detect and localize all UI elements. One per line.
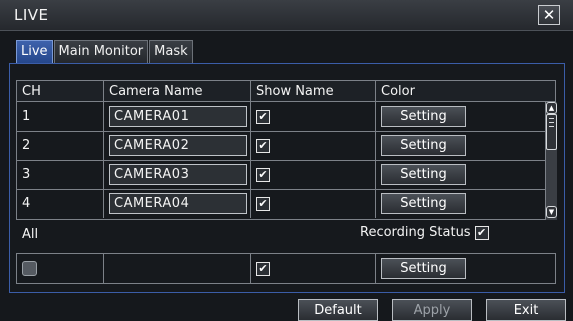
camera-table: CH Camera Name Show Name Color 1 CAMERA0… [16,80,557,220]
show-name-checkbox[interactable]: ✔ [256,196,270,211]
close-icon: ✕ [542,5,556,24]
header-color: Color [381,83,415,99]
camera-name-cell: CAMERA02 [104,131,251,160]
check-icon: ✔ [258,139,268,152]
header-show-name: Show Name [251,81,376,101]
table-row: 2 CAMERA02 ✔ Setting [17,131,555,161]
channel-number: 3 [17,160,104,189]
all-color-setting-button[interactable]: Setting [381,258,466,279]
close-button[interactable]: ✕ [538,5,560,25]
header-ch: CH [17,81,104,101]
show-name-checkbox[interactable]: ✔ [256,109,270,124]
show-name-checkbox[interactable]: ✔ [256,138,270,153]
all-show-name-checkbox[interactable]: ✔ [256,261,270,276]
check-icon: ✔ [258,168,268,181]
title-bar: LIVE ✕ [0,0,573,31]
camera-name-cell: CAMERA04 [104,189,251,218]
check-icon: ✔ [476,226,487,239]
scroll-down-icon[interactable]: ▼ [546,206,557,218]
camera-name-cell: CAMERA01 [104,102,251,131]
tab-mask[interactable]: Mask [149,40,193,63]
all-select-checkbox[interactable] [22,261,37,276]
tab-live[interactable]: Live [16,40,53,63]
table-row: 3 CAMERA03 ✔ Setting [17,160,555,190]
camera-name-input[interactable]: CAMERA03 [109,164,247,185]
color-cell: Setting [376,189,555,218]
apply-button[interactable]: Apply [392,299,472,321]
exit-button[interactable]: Exit [486,299,566,321]
recording-status: Recording Status ✔ [360,225,489,240]
show-name-cell: ✔ [251,131,376,160]
channel-number: 1 [17,102,104,131]
all-camera-name-cell [104,254,251,283]
table-scrollbar[interactable]: ▲ ▼ [545,102,557,220]
color-cell: Setting [376,102,555,131]
camera-name-input[interactable]: CAMERA04 [109,193,247,214]
window-title: LIVE [14,6,49,24]
tab-main-monitor[interactable]: Main Monitor [53,40,149,63]
tab-bar: Live Main Monitor Mask [16,40,194,64]
color-setting-button[interactable]: Setting [381,106,466,127]
channel-number: 4 [17,189,104,218]
recording-status-checkbox[interactable]: ✔ [474,225,489,240]
check-icon: ✔ [258,197,268,210]
show-name-cell: ✔ [251,189,376,218]
show-name-cell: ✔ [251,160,376,189]
table-row: 1 CAMERA01 ✔ Setting [17,102,555,132]
camera-name-input[interactable]: CAMERA02 [109,135,247,156]
color-cell: Setting [376,160,555,189]
all-label: All [22,227,39,242]
color-setting-button[interactable]: Setting [381,135,466,156]
scroll-thumb[interactable] [546,114,557,150]
all-select-cell [17,254,104,283]
show-name-cell: ✔ [251,102,376,131]
color-cell: Setting [376,131,555,160]
color-setting-button[interactable]: Setting [381,193,466,214]
all-color-cell: Setting [376,254,555,283]
color-setting-button[interactable]: Setting [381,164,466,185]
all-channels-row: ✔ Setting [16,253,556,284]
header-camera-name: Camera Name [104,81,251,101]
check-icon: ✔ [258,110,268,123]
camera-name-input[interactable]: CAMERA01 [109,106,247,127]
default-button[interactable]: Default [298,299,378,321]
check-icon: ✔ [258,262,268,275]
all-show-name-cell: ✔ [251,254,376,283]
camera-name-cell: CAMERA03 [104,160,251,189]
live-settings-window: LIVE ✕ Live Main Monitor Mask CH Camera … [0,0,573,321]
show-name-checkbox[interactable]: ✔ [256,167,270,182]
recording-status-label: Recording Status [360,225,471,240]
scroll-up-icon[interactable]: ▲ [546,102,557,114]
table-row: 4 CAMERA04 ✔ Setting [17,189,555,218]
channel-number: 2 [17,131,104,160]
table-header: CH Camera Name Show Name Color [17,81,555,102]
